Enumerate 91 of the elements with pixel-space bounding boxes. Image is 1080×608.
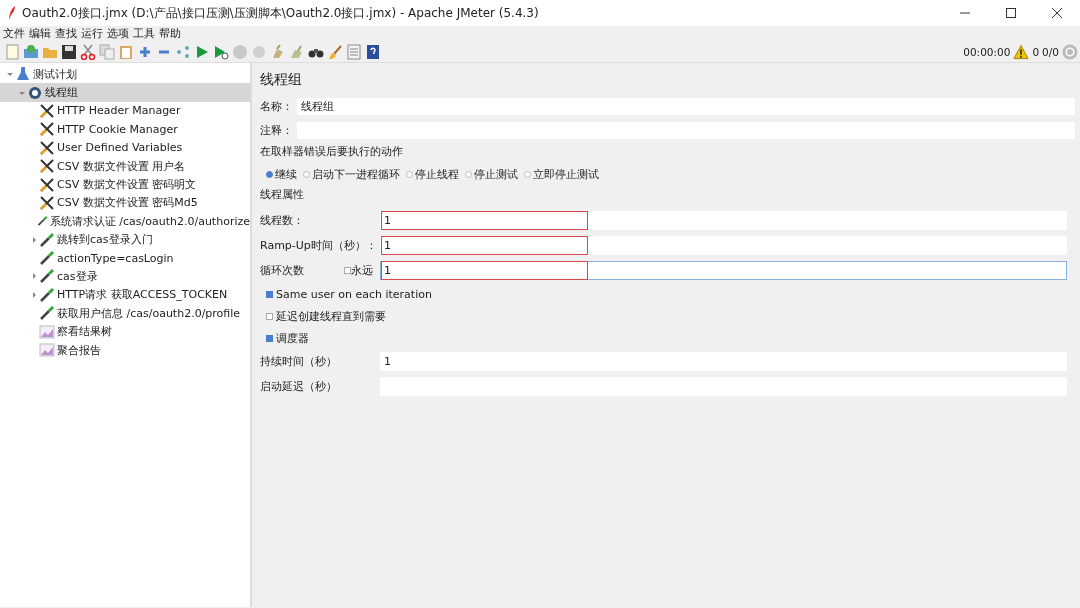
checkbox[interactable] xyxy=(266,290,273,298)
checkbox-label: 延迟创建线程直到需要 xyxy=(276,308,386,324)
gear-icon xyxy=(27,84,43,101)
caret-right-icon[interactable] xyxy=(30,235,38,244)
plus-icon[interactable] xyxy=(137,44,153,60)
wrench-icon xyxy=(39,194,55,211)
radio-option[interactable]: 立即停止测试 xyxy=(524,166,599,182)
section-title: 线程属性 xyxy=(260,187,305,202)
help-icon[interactable] xyxy=(365,44,381,60)
close-icon xyxy=(1052,8,1062,18)
tree-item[interactable]: 测试计划 xyxy=(0,65,250,84)
play-icon[interactable] xyxy=(194,44,210,60)
menu-item[interactable]: 查找 xyxy=(55,27,77,41)
feather-icon xyxy=(8,6,16,20)
checkbox[interactable] xyxy=(266,334,273,342)
tree-item[interactable]: CSV 数据文件设置 密码明文 xyxy=(0,175,250,194)
caret-down-icon[interactable] xyxy=(6,70,14,79)
elapsed-time: 00:00:00 xyxy=(963,46,1011,58)
field-label: 持续时间（秒） xyxy=(260,354,338,369)
input-field[interactable]: 1 xyxy=(380,211,1067,230)
tree-item[interactable]: actionType=casLogin xyxy=(0,248,250,268)
new-file-icon[interactable] xyxy=(4,44,20,60)
wrench-icon xyxy=(39,139,55,156)
error-count: 0 xyxy=(1032,46,1040,58)
input-field[interactable]: 1 xyxy=(380,352,1067,371)
checkbox[interactable] xyxy=(344,267,351,274)
menu-item[interactable]: 运行 xyxy=(81,27,103,41)
input-field[interactable]: 1 xyxy=(380,236,1067,255)
pipette-icon xyxy=(39,305,55,322)
tree-item[interactable]: 跳转到cas登录入门 xyxy=(0,230,250,249)
shutdown-icon[interactable] xyxy=(251,44,267,60)
tree-item[interactable]: CSV 数据文件设置 用户名 xyxy=(0,156,250,176)
caret-right-icon[interactable] xyxy=(30,290,38,299)
templates-icon[interactable] xyxy=(23,44,39,60)
tree-item[interactable]: CSV 数据文件设置 密码Md5 xyxy=(0,193,250,213)
checkbox-label: 调度器 xyxy=(276,330,309,346)
field-label: 循环次数 xyxy=(260,263,305,278)
field-label: 名称： xyxy=(260,98,294,114)
field-label: Ramp-Up时间（秒）： xyxy=(260,238,378,253)
window-title: Oauth2.0接口.jmx (D:\产品\接口压测\压测脚本\Oauth2.0接口.jmx) - Apache JMeter (5.4.3) xyxy=(22,4,540,22)
tree-item[interactable]: cas登录 xyxy=(0,267,250,286)
field-label: 线程数： xyxy=(260,213,305,228)
radio-option[interactable]: 停止测试 xyxy=(465,166,518,182)
graph-icon xyxy=(39,323,55,340)
field-label: 注释： xyxy=(260,122,294,138)
radio-option[interactable]: 继续 xyxy=(266,166,297,182)
tree-item[interactable]: HTTP Cookie Manager xyxy=(0,120,250,139)
status-indicator-icon xyxy=(1062,44,1078,60)
tree-item[interactable]: 系统请求认证 /cas/oauth2.0/authorize xyxy=(0,212,250,231)
graph-icon xyxy=(39,342,55,359)
paste-icon[interactable] xyxy=(118,44,134,60)
pipette-icon xyxy=(39,286,55,303)
menu-item[interactable]: 编辑 xyxy=(29,27,51,41)
play-timer-icon[interactable] xyxy=(213,44,229,60)
tree-item[interactable]: 线程组 xyxy=(0,83,250,102)
tree-item[interactable]: 获取用户信息 /cas/oauth2.0/profile xyxy=(0,304,250,323)
tree-item[interactable]: 察看结果树 xyxy=(0,322,250,341)
menu-item[interactable]: 选项 xyxy=(107,27,129,41)
menu-item[interactable]: 工具 xyxy=(133,27,155,41)
name-field[interactable]: 线程组 xyxy=(297,97,1075,115)
wrench-icon xyxy=(39,121,55,138)
pipette-icon xyxy=(39,250,55,267)
radio-option[interactable]: 启动下一进程循环 xyxy=(303,166,400,182)
save-icon[interactable] xyxy=(61,44,77,60)
flask-icon xyxy=(15,66,31,83)
wrench-icon xyxy=(39,176,55,193)
radio-option[interactable]: 停止线程 xyxy=(406,166,459,182)
maximize-icon xyxy=(1006,8,1016,18)
pipette-icon xyxy=(39,231,55,248)
menu-item[interactable]: 帮助 xyxy=(159,27,181,41)
input-field[interactable]: 1 xyxy=(380,261,1067,280)
tree-item[interactable]: 聚合报告 xyxy=(0,340,250,360)
wrench-icon xyxy=(39,158,55,175)
pipette-icon xyxy=(39,268,55,285)
caret-right-icon[interactable] xyxy=(30,272,38,281)
warning-icon[interactable] xyxy=(1013,44,1030,60)
checkbox-label: Same user on each iteration xyxy=(276,287,432,301)
tree-item[interactable]: HTTP请求 获取ACCESS_TOCKEN xyxy=(0,285,250,305)
wrench-icon xyxy=(39,102,55,119)
tree-item[interactable]: User Defined Variables xyxy=(0,138,250,157)
thread-count: 0/0 xyxy=(1042,46,1059,58)
broom-icon[interactable] xyxy=(270,44,286,60)
menu-item[interactable]: 文件 xyxy=(3,27,25,41)
checkbox[interactable] xyxy=(266,312,273,320)
checkbox-label: 永远 xyxy=(351,263,373,278)
broom-icon[interactable] xyxy=(327,44,343,60)
section-title: 在取样器错误后要执行的动作 xyxy=(260,144,404,159)
panel-title: 线程组 xyxy=(260,71,303,89)
tree-item[interactable]: HTTP Header Manager xyxy=(0,101,250,121)
field-label: 启动延迟（秒） xyxy=(260,379,338,394)
cut-icon[interactable] xyxy=(80,44,96,60)
